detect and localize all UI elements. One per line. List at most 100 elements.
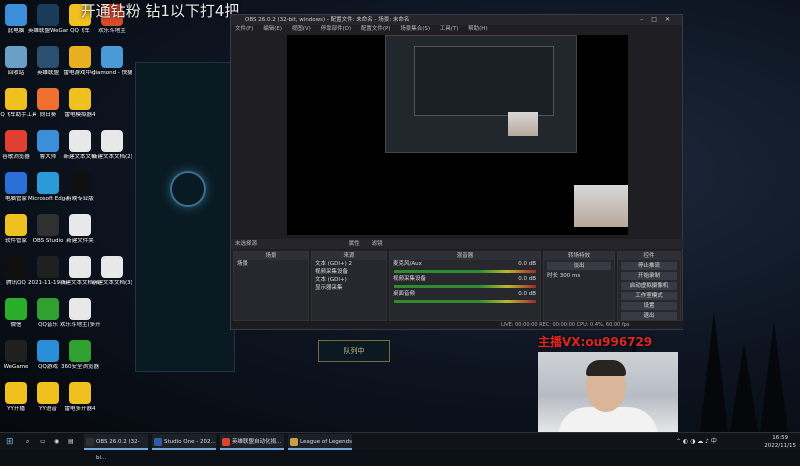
chrome-icon[interactable]: ◉ — [54, 435, 59, 449]
menu-file[interactable]: 文件(F) — [235, 26, 253, 32]
desktop-icon-label: 新建文本文档(3) — [92, 280, 132, 286]
nested-obs-preview-inner — [414, 46, 554, 116]
desktop-icon-label: 雷电模拟器4 — [64, 112, 96, 118]
mixer-channel-name: 桌面音频 0.0 dB — [393, 291, 536, 297]
obs-titlebar: OBS 26.0.2 (32-bit, windows) - 配置文件: 未命名… — [231, 15, 682, 25]
app-icon — [37, 88, 59, 110]
app-icon — [5, 88, 27, 110]
settings-button[interactable]: 设置 — [621, 302, 677, 310]
desktop-icon-label: 雷电多开器4 — [64, 406, 96, 412]
app-icon — [69, 214, 91, 236]
app-icon — [5, 382, 27, 404]
desktop-icon-label: 360安全浏览器 — [61, 364, 99, 370]
source-item[interactable]: 文本 (GDI+) 2 — [312, 260, 386, 268]
obs-preview[interactable] — [287, 35, 628, 235]
app-icon — [5, 340, 27, 362]
desktop-icon[interactable]: 剪映专业版 — [60, 172, 100, 203]
stop-stream-button[interactable]: 停止推流 — [621, 262, 677, 270]
menu-scene-collection[interactable]: 场景集合(S) — [400, 26, 430, 32]
volume-meter[interactable] — [394, 270, 536, 273]
desktop-icon[interactable]: 新建文本文档(2) — [92, 130, 132, 161]
contact-overlay: 主播VX:ou996729 — [538, 335, 653, 349]
task-league[interactable]: League of Legends — [288, 434, 352, 450]
app-icon — [69, 130, 91, 152]
app-icon — [101, 256, 123, 278]
mixer-dock-header: 混音器 — [390, 252, 540, 260]
menu-help[interactable]: 帮助(H) — [468, 26, 487, 32]
virtual-camera-button[interactable]: 启动虚拟摄像机 — [621, 282, 677, 290]
app-icon — [5, 256, 27, 278]
mixer-channel-name: 麦克风/Aux 0.0 dB — [393, 261, 536, 267]
transition-select[interactable]: 淡出 — [547, 262, 611, 270]
desktop-icon-label: 欢乐斗地主 — [98, 28, 126, 34]
menu-view[interactable]: 视图(V) — [292, 26, 311, 32]
app-icon — [69, 256, 91, 278]
app-icon — [69, 340, 91, 362]
app-icon — [37, 46, 59, 68]
app-icon — [69, 298, 91, 320]
menu-tools[interactable]: 工具(T) — [440, 26, 459, 32]
app-icon — [101, 46, 123, 68]
task-obs[interactable]: OBS 26.0.2 (32-bi... — [84, 434, 148, 461]
controls-dock: 控件 停止推流 开始录制 启动虚拟摄像机 工作室模式 设置 退出 — [617, 251, 681, 321]
desktop-icon-label: 欢乐斗地主(多开电脑版) — [60, 322, 100, 328]
menu-docks[interactable]: 停靠部件(D) — [321, 26, 352, 32]
obs-title: OBS 26.0.2 (32-bit, windows) - 配置文件: 未命名… — [245, 17, 410, 23]
app-icon — [69, 46, 91, 68]
transitions-dock-header: 转场特效 — [544, 252, 614, 260]
app-icon — [37, 382, 59, 404]
app-icon — [69, 172, 91, 194]
scenes-dock-header: 场景 — [234, 252, 308, 260]
app-icon — [37, 340, 59, 362]
studio-mode-button[interactable]: 工作室模式 — [621, 292, 677, 300]
app-icon — [101, 130, 123, 152]
desktop-icon[interactable]: 雷电模拟器4 — [60, 88, 100, 119]
sources-dock-header: 来源 — [312, 252, 386, 260]
no-source-label: 未选择源 — [235, 241, 258, 247]
task-studio-one[interactable]: Studio One - 202... — [152, 434, 216, 450]
task-lol-helper[interactable]: 英雄联盟自动化捐... — [220, 434, 284, 450]
source-item[interactable]: 文本 (GDI+) — [312, 276, 386, 284]
task-view-icon[interactable]: ▭ — [40, 435, 46, 449]
webcam-feed — [538, 352, 678, 432]
desktop-icon[interactable]: diamond - 快捷方式 — [92, 46, 132, 77]
scenes-dock: 场景 场景 — [233, 251, 309, 321]
app-icon — [69, 88, 91, 110]
preview-webcam — [574, 185, 628, 227]
windows-start-icon[interactable]: ⊞ — [6, 435, 14, 449]
app-icon — [5, 46, 27, 68]
system-clock[interactable]: 16:59 2022/11/15 — [764, 434, 796, 450]
desktop-icon[interactable]: 新建文件夹 — [60, 214, 100, 245]
explorer-icon[interactable]: ▤ — [68, 435, 74, 449]
source-item[interactable]: 视频采集设备 — [312, 268, 386, 276]
queue-button[interactable]: 队列中 — [318, 340, 390, 362]
desktop-icon[interactable]: 欢乐斗地主(多开电脑版) — [60, 298, 100, 329]
exit-button[interactable]: 退出 — [621, 312, 677, 320]
volume-meter[interactable] — [394, 300, 536, 303]
desktop-icon[interactable]: 雷电多开器4 — [60, 382, 100, 413]
app-icon — [5, 214, 27, 236]
menu-profile[interactable]: 配置文件(P) — [361, 26, 391, 32]
app-icon — [37, 172, 59, 194]
app-icon — [5, 172, 27, 194]
properties-button[interactable]: 属性 — [349, 241, 360, 247]
desktop-icon[interactable]: 360安全浏览器 — [60, 340, 100, 371]
nested-obs-preview — [385, 35, 577, 153]
menu-edit[interactable]: 编辑(E) — [263, 26, 282, 32]
desktop-icon[interactable]: 新建文本文档(3) — [92, 256, 132, 287]
summoner-orb — [170, 171, 206, 207]
duration-input[interactable]: 300 ms — [560, 273, 580, 279]
volume-meter[interactable] — [394, 285, 536, 288]
search-icon[interactable]: ⌕ — [26, 435, 29, 449]
tray-icons[interactable]: ⌃ ◐ ◑ ☁ ♪ 中 — [676, 435, 717, 449]
window-controls[interactable]: –□✕ — [640, 15, 678, 25]
app-icon — [5, 130, 27, 152]
scene-item[interactable]: 场景 — [234, 260, 308, 268]
source-item[interactable]: 显示器采集 — [312, 284, 386, 292]
filters-button[interactable]: 滤镜 — [372, 241, 383, 247]
desktop-icon-label: 剪映专业版 — [66, 196, 94, 202]
app-icon — [37, 214, 59, 236]
obs-window: OBS 26.0.2 (32-bit, windows) - 配置文件: 未命名… — [230, 14, 684, 330]
start-recording-button[interactable]: 开始录制 — [621, 272, 677, 280]
taskbar: ⊞ ⌕ ▭ ◉ ▤ OBS 26.0.2 (32-bi... Studio On… — [0, 432, 800, 461]
